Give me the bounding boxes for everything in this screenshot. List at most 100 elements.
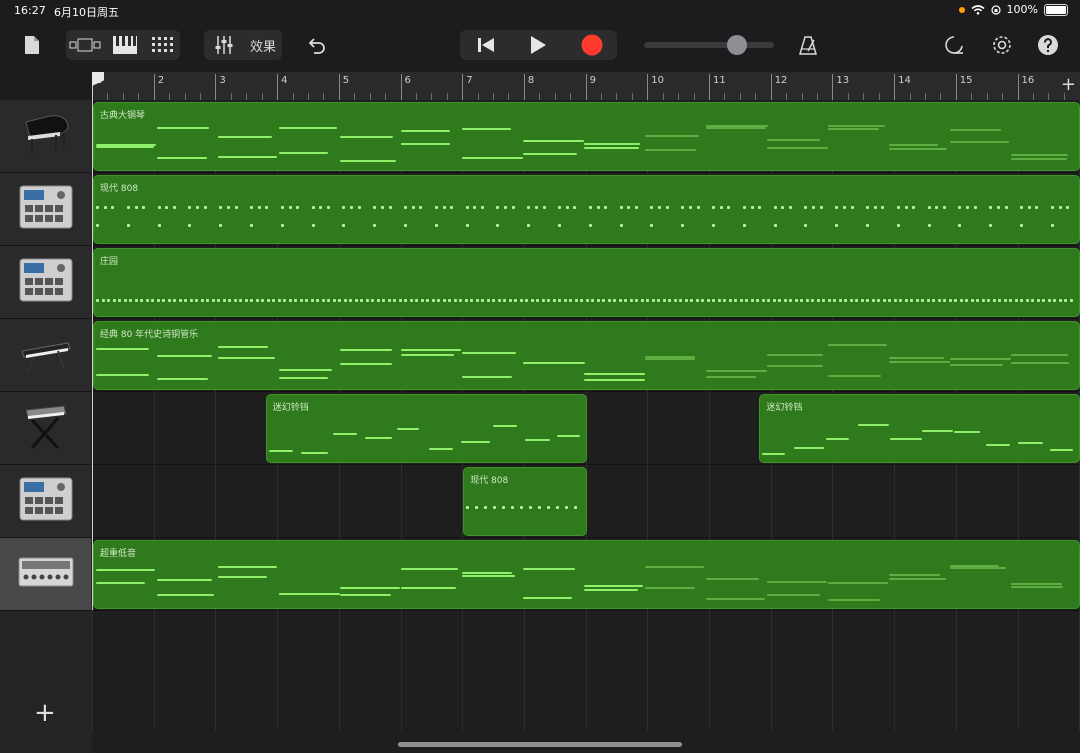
gear-icon xyxy=(993,36,1011,54)
midi-note xyxy=(1011,353,1068,356)
midi-note xyxy=(460,440,491,443)
ruler-beat-tick xyxy=(493,93,495,100)
track-header-2[interactable] xyxy=(0,173,91,246)
status-bar: 16:27 6月10日周五 100% xyxy=(0,0,1080,22)
go-to-beginning-button[interactable] xyxy=(466,30,506,60)
drum-hit xyxy=(434,224,438,227)
drum-hit xyxy=(927,206,931,209)
drum-hit xyxy=(354,299,358,302)
mic-indicator-icon xyxy=(958,6,965,13)
midi-note xyxy=(767,580,827,583)
track-header-3[interactable] xyxy=(0,246,91,319)
loop-browser-button[interactable] xyxy=(940,30,968,60)
midi-note xyxy=(986,444,1010,447)
midi-region[interactable]: 超重低音 xyxy=(93,540,1080,609)
drum-hit xyxy=(222,299,226,302)
midi-region[interactable]: 迷幻铃铛 xyxy=(265,394,587,463)
piano-keys-icon xyxy=(113,36,137,54)
drum-hit xyxy=(719,206,723,209)
ruler-beat-tick xyxy=(570,93,572,100)
tracks-area[interactable]: 古典大钢琴 现代 808 庄园 经典 80 年代史诗铜管乐 迷幻铃铛 迷幻铃铛 现代 808… xyxy=(92,100,1080,753)
ruler-beat-tick xyxy=(169,93,171,100)
settings-button[interactable] xyxy=(988,30,1016,60)
help-button[interactable] xyxy=(1034,30,1062,60)
midi-region[interactable]: 现代 808 xyxy=(463,467,587,536)
ruler-bar-number: 6 xyxy=(404,75,411,86)
midi-region[interactable]: 现代 808 xyxy=(93,175,1080,244)
midi-region[interactable]: 古典大钢琴 xyxy=(93,102,1080,171)
drum-hit xyxy=(896,224,900,227)
drum-hit xyxy=(904,299,908,302)
midi-region[interactable]: 经典 80 年代史诗铜管乐 xyxy=(93,321,1080,390)
drum-hit xyxy=(574,299,578,302)
record-button[interactable] xyxy=(572,30,612,60)
ruler-beat-tick xyxy=(184,93,186,100)
midi-note xyxy=(157,354,212,357)
ruler-beat-tick xyxy=(678,93,680,100)
drum-hit xyxy=(580,299,583,302)
drum-hit xyxy=(527,224,531,227)
midi-note xyxy=(794,446,824,449)
grand-piano-icon xyxy=(20,108,72,164)
track-header-1[interactable] xyxy=(0,100,91,173)
ruler-beat-tick xyxy=(801,93,803,100)
drum-hit xyxy=(420,299,424,302)
drum-hit xyxy=(1058,206,1062,209)
midi-region[interactable]: 庄园 xyxy=(93,248,1080,317)
drum-hit xyxy=(382,299,385,302)
track-header-5[interactable] xyxy=(0,392,91,465)
drum-hit xyxy=(681,206,685,209)
drum-hit xyxy=(871,299,875,302)
add-track-button[interactable]: + xyxy=(34,698,56,728)
ruler-beat-tick xyxy=(986,93,988,100)
drum-hit xyxy=(118,299,121,302)
drum-hit xyxy=(101,299,105,302)
drum-hit xyxy=(866,206,869,209)
ruler-beat-tick xyxy=(415,93,417,100)
midi-note xyxy=(218,565,278,568)
midi-note xyxy=(950,140,1009,143)
volume-knob[interactable] xyxy=(726,35,747,55)
drum-hit xyxy=(411,206,415,209)
drum-hit xyxy=(508,299,512,302)
master-volume-slider[interactable] xyxy=(644,35,774,55)
midi-note xyxy=(401,354,454,357)
drum-machine-icon xyxy=(19,258,73,306)
timeline-ruler[interactable]: 12345678910111213141516 xyxy=(92,72,1080,101)
track-header-7[interactable] xyxy=(0,538,91,611)
ruler-bar-tick xyxy=(832,74,834,100)
track-headers: + xyxy=(0,100,92,753)
drum-hit xyxy=(311,206,315,209)
drum-hit xyxy=(234,206,238,209)
drum-hit xyxy=(727,206,731,209)
effects-button[interactable]: 效果 xyxy=(244,30,282,60)
add-section-button[interactable]: + xyxy=(1061,74,1076,95)
drum-hit xyxy=(464,299,468,302)
track-header-4[interactable] xyxy=(0,319,91,392)
ruler-beat-tick xyxy=(323,93,325,100)
metronome-button[interactable] xyxy=(794,30,822,60)
ruler-beat-tick xyxy=(739,93,741,100)
keyboard-view-button[interactable] xyxy=(108,30,142,60)
document-icon[interactable] xyxy=(18,30,46,60)
tracks-view-button[interactable] xyxy=(66,30,104,60)
midi-note xyxy=(279,593,340,596)
drum-hit xyxy=(261,299,264,302)
drum-hit xyxy=(877,299,880,302)
midi-note xyxy=(767,138,820,141)
drum-hit xyxy=(415,299,418,302)
drum-hit xyxy=(398,299,402,302)
region-name: 迷幻铃铛 xyxy=(272,403,309,413)
midi-note xyxy=(1050,449,1073,452)
track-header-6[interactable] xyxy=(0,465,91,538)
drum-hit xyxy=(881,206,885,209)
mixer-button[interactable] xyxy=(206,30,242,60)
drum-hit xyxy=(591,299,594,302)
grid-view-button[interactable] xyxy=(146,30,180,60)
midi-region[interactable]: 迷幻铃铛 xyxy=(759,394,1080,463)
undo-button[interactable] xyxy=(302,30,330,60)
play-button[interactable] xyxy=(518,30,558,60)
ruler-bar-number: 11 xyxy=(713,75,726,86)
drum-hit xyxy=(588,224,592,227)
drum-hit xyxy=(388,206,392,209)
